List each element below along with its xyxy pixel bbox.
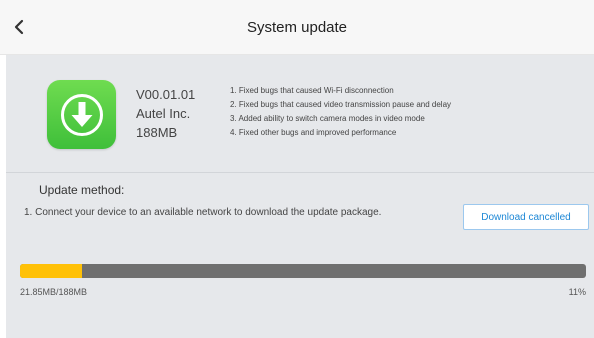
download-percent-text: 11% — [568, 287, 586, 297]
release-note-item: 1. Fixed bugs that caused Wi-Fi disconne… — [230, 86, 394, 95]
downloaded-size-text: 21.85MB/188MB — [20, 287, 88, 297]
release-note-item: 3. Added ability to switch camera modes … — [230, 114, 425, 123]
download-status-button[interactable]: Download cancelled — [463, 204, 589, 230]
page-title: System update — [246, 19, 348, 36]
vendor-text: Autel Inc. — [136, 106, 191, 121]
update-method-step: 1. Connect your device to an available n… — [24, 207, 382, 218]
top-bar: System update — [0, 0, 594, 55]
download-progress-fill — [20, 264, 83, 278]
version-text: V00.01.01 — [136, 87, 196, 102]
package-size-text: 188MB — [136, 125, 178, 140]
download-arrow-icon — [60, 93, 103, 136]
divider — [6, 172, 594, 173]
update-method-label: Update method: — [39, 183, 125, 197]
release-notes: 1. Fixed bugs that caused Wi-Fi disconne… — [230, 84, 451, 140]
app-icon — [47, 80, 116, 149]
release-note-item: 2. Fixed bugs that caused video transmis… — [230, 100, 452, 109]
release-note-item: 4. Fixed other bugs and improved perform… — [230, 128, 397, 137]
update-meta: V00.01.01 Autel Inc. 188MB — [136, 85, 195, 142]
download-progress-bar — [20, 264, 586, 278]
